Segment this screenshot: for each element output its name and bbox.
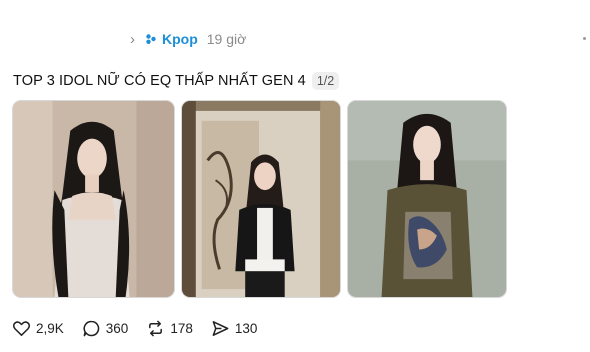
post-photo-2[interactable] bbox=[181, 100, 341, 298]
topic-icon bbox=[146, 34, 156, 44]
share-icon bbox=[212, 320, 229, 336]
more-icon[interactable] bbox=[583, 37, 586, 40]
post-meta: › Kpop 19 giờ bbox=[130, 30, 246, 48]
comment-icon bbox=[83, 320, 100, 336]
post-photo-1[interactable] bbox=[12, 100, 175, 298]
post-photo-3[interactable] bbox=[347, 100, 507, 298]
share-button[interactable]: 130 bbox=[211, 319, 258, 338]
photo-2-image bbox=[182, 101, 340, 297]
share-count: 130 bbox=[234, 320, 258, 336]
repost-button[interactable]: 178 bbox=[146, 319, 193, 338]
photo-1-image bbox=[13, 101, 174, 297]
topic-link[interactable]: Kpop bbox=[162, 31, 198, 47]
repost-count: 178 bbox=[170, 320, 193, 336]
photo-3-image bbox=[348, 101, 506, 297]
like-count: 2,9K bbox=[36, 320, 64, 336]
chevron-right-icon: › bbox=[130, 30, 135, 48]
repost-icon bbox=[149, 320, 163, 336]
post-actions: 2,9K 360 178 130 bbox=[12, 317, 275, 339]
post-title: TOP 3 IDOL NỮ CÓ EQ THẤP NHẤT GEN 4 bbox=[13, 73, 306, 89]
post-timestamp: 19 giờ bbox=[206, 31, 247, 47]
heart-icon bbox=[12, 320, 31, 336]
like-button[interactable]: 2,9K bbox=[12, 319, 64, 338]
post-title-row: TOP 3 IDOL NỮ CÓ EQ THẤP NHẤT GEN 4 1/2 bbox=[13, 70, 340, 92]
comment-count: 360 bbox=[105, 320, 129, 336]
page-counter: 1/2 bbox=[311, 72, 340, 90]
comment-button[interactable]: 360 bbox=[82, 319, 129, 338]
